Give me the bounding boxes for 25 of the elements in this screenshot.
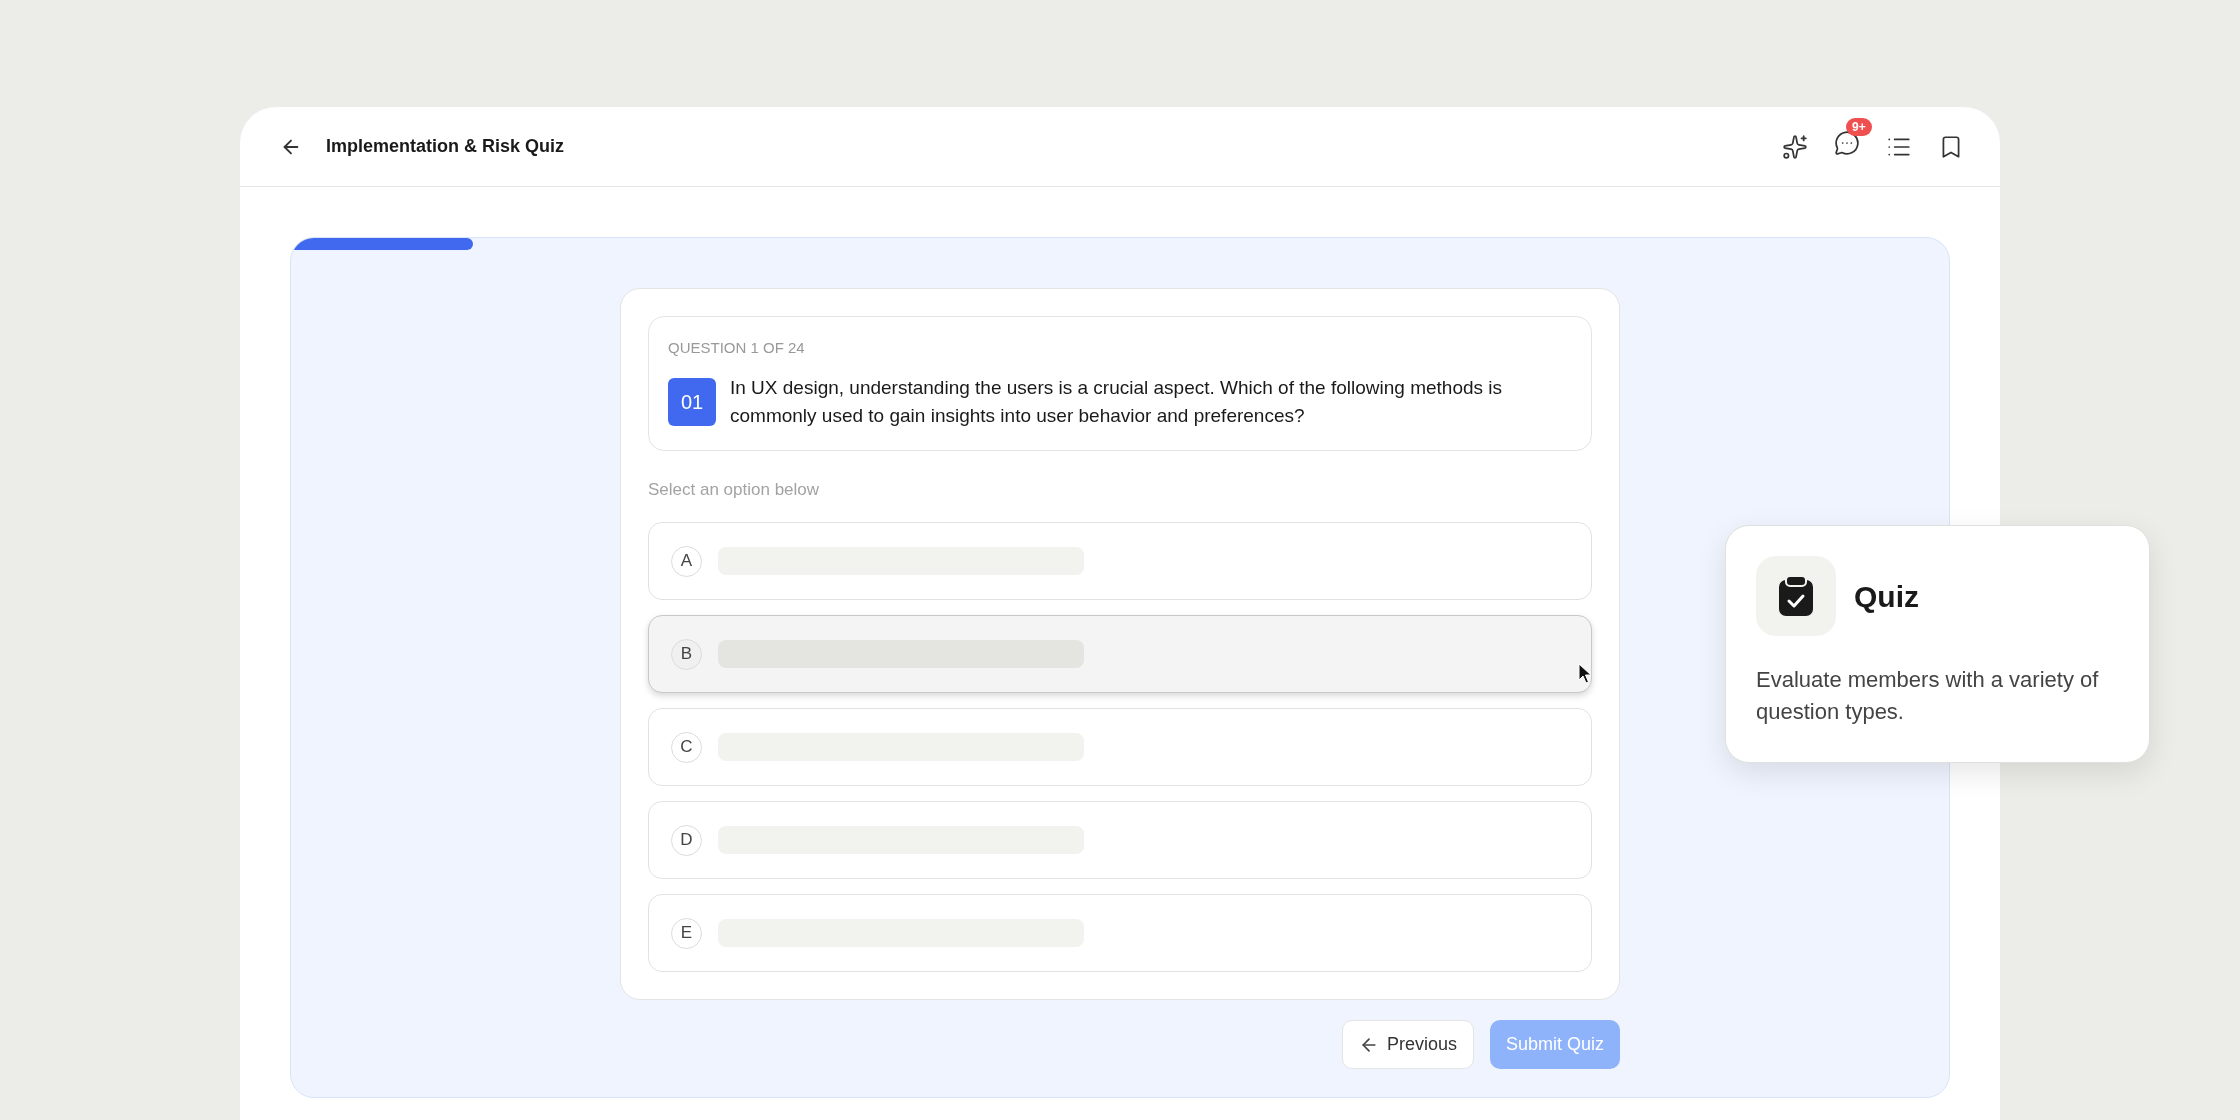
popover-description: Evaluate members with a variety of question types. <box>1756 666 2100 726</box>
notification-badge: 9+ <box>1846 118 1872 136</box>
option-letter: C <box>671 731 702 763</box>
option-letter: D <box>671 824 702 856</box>
answer-option[interactable]: D <box>648 801 1592 879</box>
answer-option[interactable]: A <box>648 522 1592 600</box>
previous-button[interactable]: Previous <box>1341 1020 1474 1069</box>
sparkle-icon <box>1782 133 1808 160</box>
popover-title: Quiz <box>1854 578 1919 615</box>
answer-option[interactable]: C <box>648 708 1592 786</box>
answer-option[interactable]: E <box>648 894 1592 972</box>
chat-icon <box>1834 130 1860 156</box>
question-text: In UX design, understanding the users is a crucial aspect. Which of the following methods is commonly used to gain insights into user behavior and preferences? <box>730 375 1503 428</box>
answer-option[interactable]: B <box>648 615 1592 693</box>
question-number: 01 <box>668 377 716 426</box>
instruction-text: Select an option below <box>648 478 821 501</box>
sparkle-button[interactable] <box>1782 133 1808 160</box>
option-letter: B <box>671 638 702 670</box>
clipboard-check-icon <box>1778 575 1814 617</box>
chat-button[interactable] <box>1834 130 1860 156</box>
page-title: Implementation & Risk Quiz <box>326 135 565 158</box>
option-letter: A <box>671 545 702 577</box>
option-letter: E <box>671 917 702 949</box>
question-counter: QUESTION 1 OF 24 <box>668 338 806 358</box>
mouse-cursor-icon <box>1578 663 1592 685</box>
